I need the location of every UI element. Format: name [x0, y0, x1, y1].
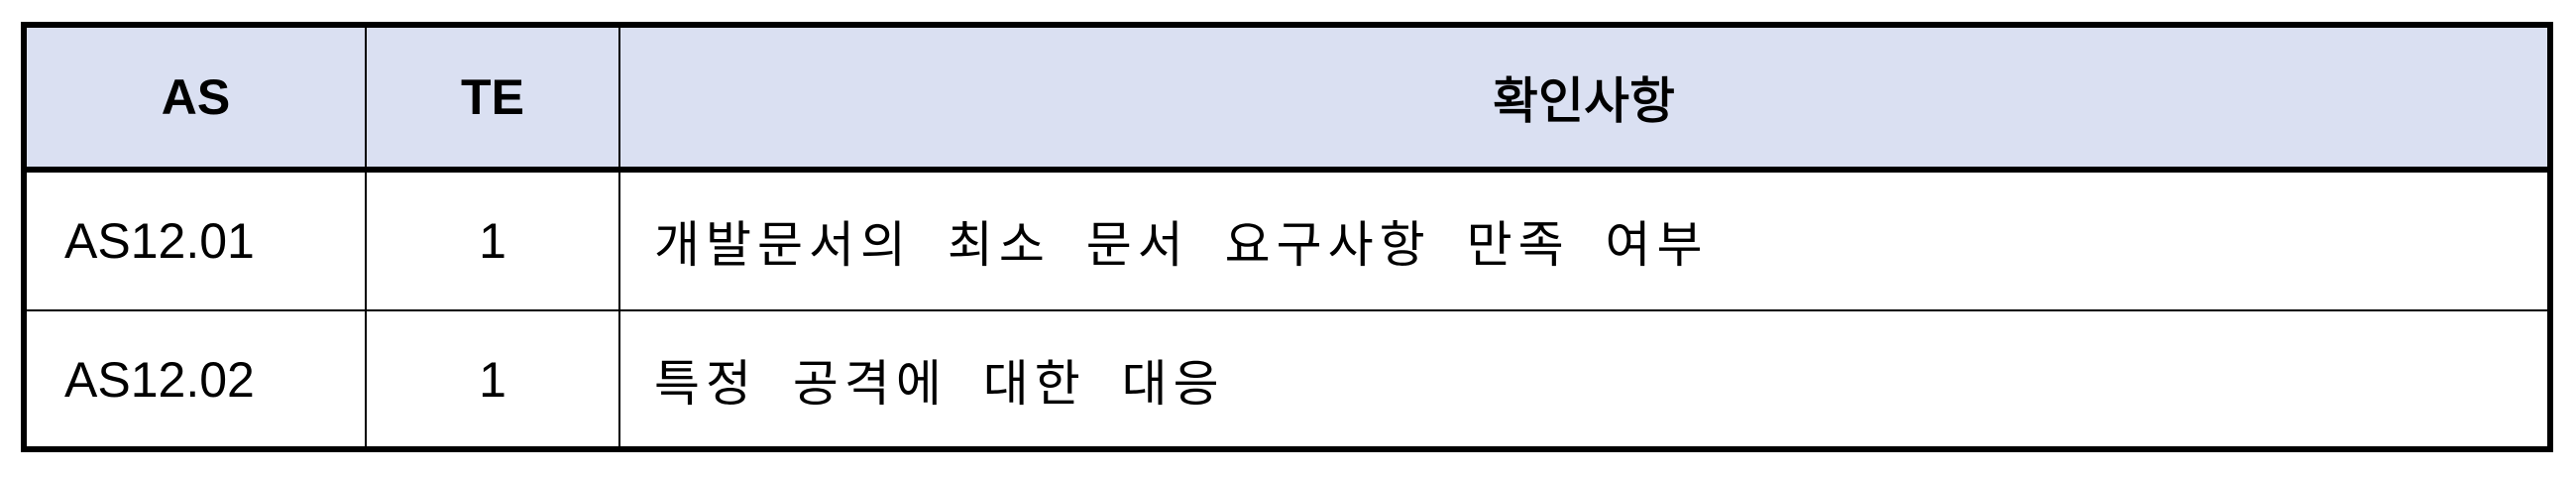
te-value-cell: 1	[365, 309, 620, 448]
as-id-cell: AS12.02	[27, 309, 367, 448]
requirements-table-grid: AS TE 확인사항 AS12.01 1 개발문서의 최소 문서 요구사항 만족…	[27, 28, 2547, 448]
as-id-cell: AS12.01	[27, 169, 367, 311]
column-header-te: TE	[365, 28, 620, 173]
table-row: AS12.02 1 특정 공격에 대한 대응	[27, 309, 2547, 448]
table-body: AS12.01 1 개발문서의 최소 문서 요구사항 만족 여부 AS12.02…	[27, 169, 2547, 448]
column-header-as: AS	[27, 28, 367, 173]
te-value-cell: 1	[365, 169, 620, 311]
table-header: AS TE 확인사항	[27, 28, 2547, 173]
header-row: AS TE 확인사항	[27, 28, 2547, 173]
table-row: AS12.01 1 개발문서의 최소 문서 요구사항 만족 여부	[27, 169, 2547, 311]
check-item-cell: 특정 공격에 대한 대응	[618, 309, 2547, 448]
column-header-check-items: 확인사항	[618, 28, 2547, 173]
requirements-table: AS TE 확인사항 AS12.01 1 개발문서의 최소 문서 요구사항 만족…	[21, 22, 2553, 452]
check-item-cell: 개발문서의 최소 문서 요구사항 만족 여부	[618, 169, 2547, 311]
